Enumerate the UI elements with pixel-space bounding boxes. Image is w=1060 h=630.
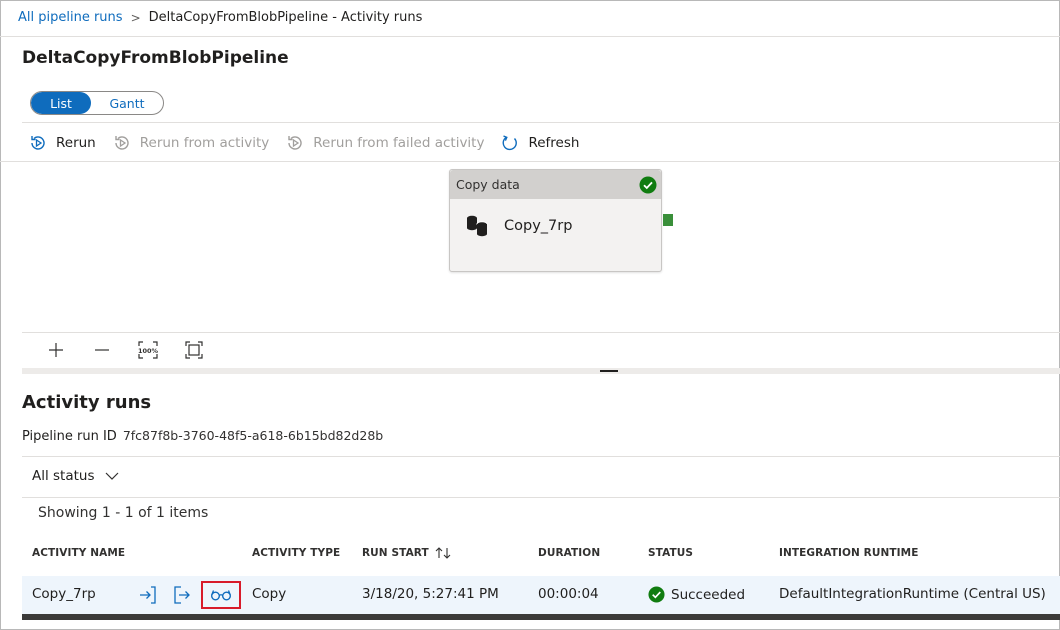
plus-icon (49, 343, 63, 357)
minus-icon (95, 349, 109, 351)
col-activity-name: ACTIVITY NAME (32, 547, 126, 559)
rerun-button[interactable]: Rerun (28, 133, 96, 153)
breadcrumb: All pipeline runs > DeltaCopyFromBlobPip… (18, 10, 422, 25)
pane-splitter[interactable] (22, 368, 1060, 374)
divider (22, 497, 1060, 498)
divider (22, 456, 1060, 457)
col-duration: DURATION (538, 547, 601, 559)
pipeline-canvas[interactable]: Copy data Copy_7rp (0, 162, 1060, 370)
section-title: Activity runs (22, 392, 152, 413)
glasses-icon (211, 590, 231, 601)
node-name: Copy_7rp (504, 218, 573, 234)
zoom-100-button[interactable]: 100% (136, 340, 160, 360)
refresh-icon (503, 135, 518, 151)
toolbar: Rerun Rerun from activity Rerun from fai… (28, 132, 595, 154)
zoom-100-icon: 100% (138, 341, 159, 359)
zoom-in-button[interactable] (44, 340, 68, 360)
cell-integration-runtime: DefaultIntegrationRuntime (Central US) (779, 586, 1046, 602)
cell-run-start: 3/18/20, 5:27:41 PM (362, 586, 499, 602)
status-filter-label: All status (32, 468, 95, 484)
node-header: Copy data (450, 170, 661, 199)
rerun-from-activity-label: Rerun from activity (139, 135, 270, 151)
toggle-list[interactable]: List (31, 92, 91, 114)
toggle-gantt[interactable]: Gantt (91, 92, 163, 114)
zoom-out-button[interactable] (90, 340, 114, 360)
table-header: ACTIVITY NAME ACTIVITY TYPE RUN START DU… (22, 540, 1060, 568)
items-count: Showing 1 - 1 of 1 items (38, 505, 209, 521)
cell-duration: 00:00:04 (538, 586, 599, 602)
input-icon (140, 586, 156, 604)
page-title: DeltaCopyFromBlobPipeline (22, 48, 289, 68)
rerun-from-failed-label: Rerun from failed activity (313, 135, 485, 151)
cell-status: Succeeded (648, 586, 745, 603)
refresh-button[interactable]: Refresh (500, 133, 579, 153)
breadcrumb-current: DeltaCopyFromBlobPipeline - Activity run… (148, 10, 423, 25)
cell-activity-type: Copy (252, 586, 287, 602)
pipeline-run-id: Pipeline run ID 7fc87f8b-3760-48f5-a618-… (22, 428, 383, 444)
divider (22, 122, 1060, 123)
rerun-icon (31, 136, 45, 150)
output-icon (174, 586, 190, 604)
activity-node-copy-data[interactable]: Copy data Copy_7rp (449, 169, 662, 272)
col-run-start[interactable]: RUN START (362, 547, 451, 559)
status-text: Succeeded (671, 586, 746, 603)
col-integration-runtime: INTEGRATION RUNTIME (779, 547, 919, 559)
sort-icon (435, 547, 451, 559)
chevron-down-icon (105, 472, 118, 480)
row-actions (136, 581, 241, 609)
view-details-button[interactable] (201, 581, 241, 609)
run-id-value: 7fc87f8b-3760-48f5-a618-6b15bd82d28b (122, 428, 384, 443)
breadcrumb-separator: > (130, 10, 141, 25)
zoom-controls: 100% (44, 340, 206, 360)
table-row[interactable]: Copy_7rp Copy 3/18/20, 5:27:41 PM 00:00:… (22, 576, 1060, 614)
rerun-from-failed-button[interactable]: Rerun from failed activity (285, 133, 484, 153)
divider (22, 332, 1060, 333)
horizontal-scrollbar[interactable] (22, 614, 1060, 620)
rerun-from-activity-button[interactable]: Rerun from activity (112, 133, 270, 153)
view-output-button[interactable] (170, 584, 194, 606)
check-circle-icon (639, 176, 657, 193)
run-id-label: Pipeline run ID (22, 429, 117, 444)
breadcrumb-all-pipeline-runs[interactable]: All pipeline runs (18, 10, 123, 25)
fit-screen-icon (185, 341, 203, 359)
node-body: Copy_7rp (450, 199, 661, 239)
rerun-label: Rerun (56, 135, 96, 151)
col-activity-type: ACTIVITY TYPE (252, 547, 341, 559)
node-output-handle[interactable] (663, 214, 673, 226)
database-icon (467, 215, 488, 237)
cell-activity-name: Copy_7rp (32, 586, 96, 602)
node-type-label: Copy data (456, 177, 520, 192)
rerun-from-failed-icon (288, 136, 302, 150)
view-toggle: List Gantt (30, 91, 164, 115)
splitter-handle[interactable] (600, 370, 618, 372)
status-filter[interactable]: All status (32, 468, 119, 484)
zoom-100-text: 100% (138, 347, 159, 355)
success-icon (648, 586, 665, 603)
refresh-label: Refresh (528, 135, 580, 151)
fit-to-screen-button[interactable] (182, 340, 206, 360)
view-input-button[interactable] (136, 584, 160, 606)
col-run-start-label: RUN START (362, 547, 429, 559)
rerun-from-activity-icon (115, 136, 129, 150)
divider (0, 36, 1060, 37)
col-status: STATUS (648, 547, 694, 559)
